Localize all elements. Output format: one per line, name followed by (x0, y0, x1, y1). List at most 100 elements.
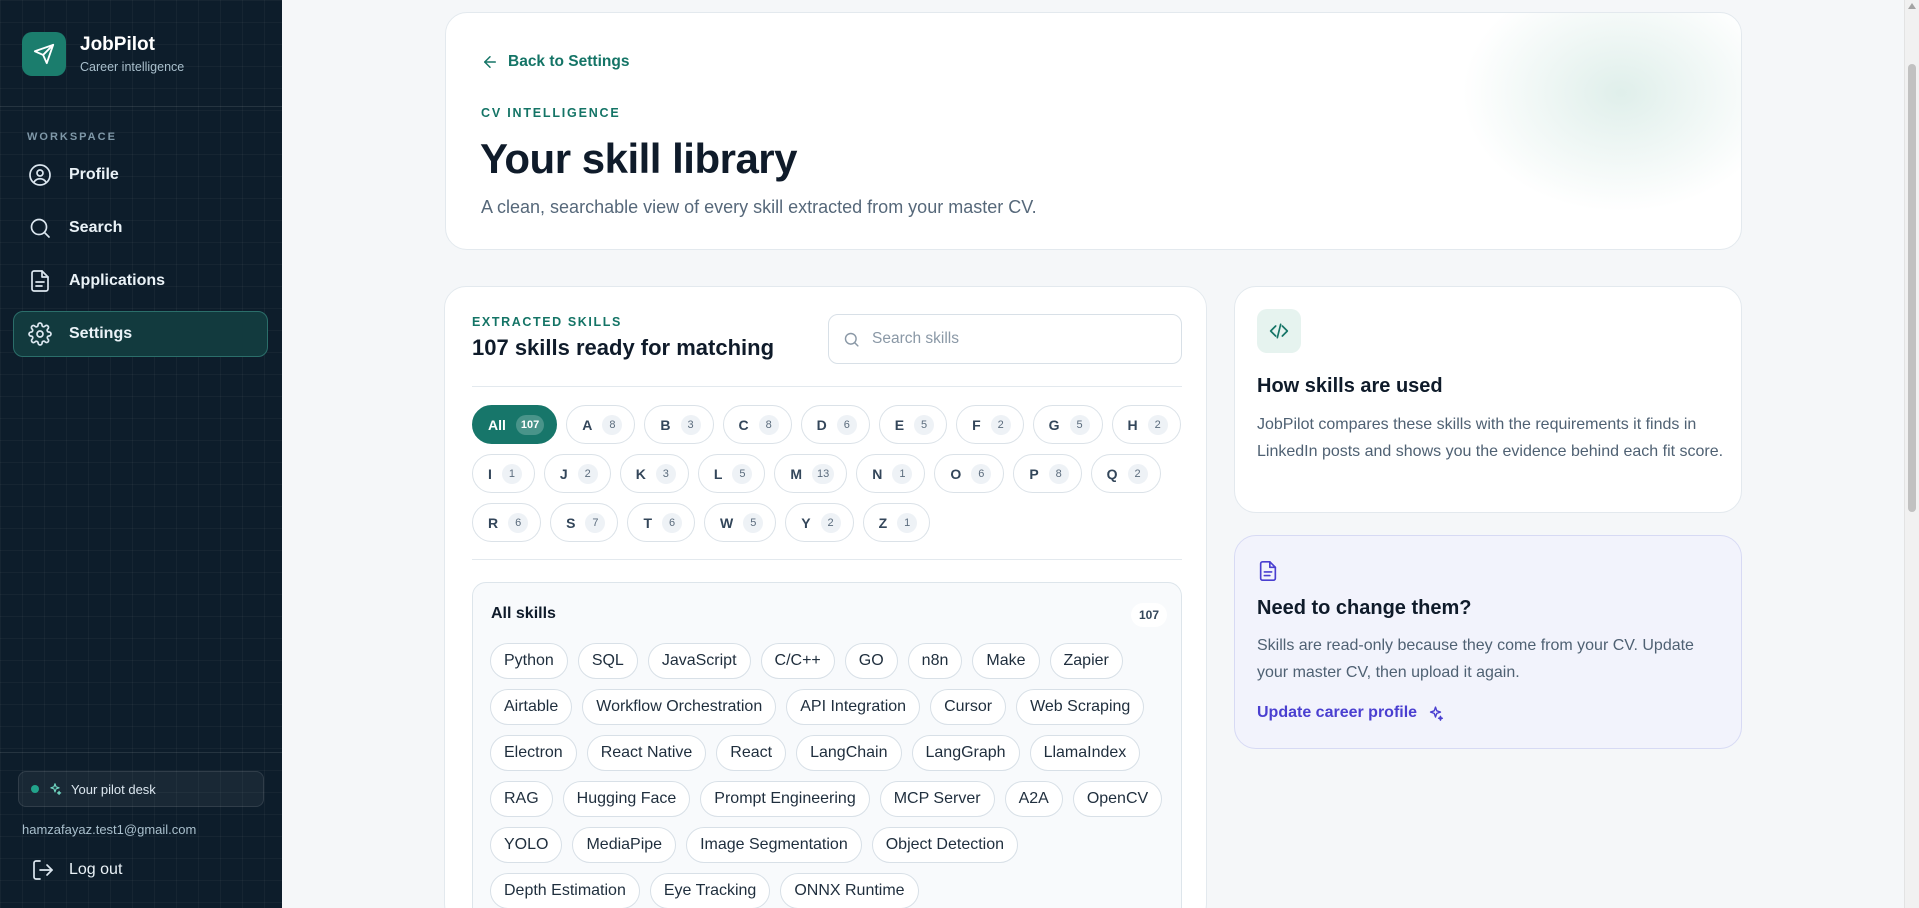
filter-a[interactable]: A8 (566, 405, 636, 444)
filter-label: D (816, 416, 827, 433)
skill-chip[interactable]: GO (844, 643, 898, 679)
filter-z[interactable]: Z1 (862, 503, 931, 542)
logout-icon (33, 860, 53, 880)
pilot-desk-label: Your pilot desk (71, 781, 156, 797)
brand[interactable]: JobPilot Career intelligence (22, 32, 184, 76)
skill-chip-list: Python SQL JavaScript C/C++ GO n8n Make Zapier A… (490, 643, 1180, 908)
filter-label: P (1029, 465, 1039, 482)
filter-b[interactable]: B3 (644, 405, 714, 444)
skill-chip[interactable]: C/C++ (760, 643, 835, 679)
skill-chip[interactable]: Workflow Orchestration (582, 689, 777, 725)
skill-chip[interactable]: Web Scraping (1016, 689, 1145, 725)
skills-card: EXTRACTED SKILLS 107 skills ready for ma… (444, 286, 1207, 908)
skill-chip[interactable]: React (716, 735, 787, 771)
filter-s[interactable]: S7 (550, 503, 619, 542)
skill-chip[interactable]: Image Segmentation (686, 827, 862, 863)
sidebar-item-applications[interactable]: Applications (13, 258, 268, 304)
logout-button[interactable]: Log out (31, 858, 122, 882)
skill-chip[interactable]: API Integration (786, 689, 921, 725)
skill-chip[interactable]: Hugging Face (562, 781, 691, 817)
filter-label: T (643, 514, 653, 531)
skill-chip[interactable]: Eye Tracking (649, 873, 771, 908)
search-input[interactable] (872, 330, 1162, 348)
skill-chip[interactable]: RAG (490, 781, 553, 817)
skill-chip[interactable]: n8n (907, 643, 963, 679)
filter-e[interactable]: E5 (878, 405, 948, 444)
filter-l[interactable]: L5 (697, 454, 766, 493)
skill-chip[interactable]: JavaScript (647, 643, 751, 679)
filter-count: 5 (732, 463, 753, 484)
filter-label: R (488, 514, 499, 531)
filter-label: I (488, 465, 492, 482)
filter-label: Q (1106, 465, 1118, 482)
filter-q[interactable]: Q2 (1090, 454, 1161, 493)
filter-c[interactable]: C8 (722, 405, 792, 444)
filter-g[interactable]: G5 (1032, 405, 1103, 444)
skill-chip[interactable]: Cursor (930, 689, 1007, 725)
skill-chip[interactable]: Electron (490, 735, 577, 771)
skill-chip[interactable]: LlamaIndex (1029, 735, 1141, 771)
hero-card: Back to Settings CV INTELLIGENCE Your sk… (445, 12, 1742, 250)
skill-chip[interactable]: Python (490, 643, 568, 679)
filter-i[interactable]: I1 (472, 454, 535, 493)
page-scrollbar[interactable] (1904, 0, 1919, 908)
sidebar-item-settings[interactable]: Settings (13, 311, 268, 357)
filter-d[interactable]: D6 (800, 405, 870, 444)
filter-o[interactable]: O6 (934, 454, 1005, 493)
skill-chip[interactable]: A2A (1004, 781, 1063, 817)
status-dot (31, 785, 39, 793)
filter-all[interactable]: All 107 (472, 405, 558, 444)
skill-chip[interactable]: YOLO (490, 827, 563, 863)
scroll-up-arrow[interactable] (1908, 3, 1916, 9)
filter-count: 2 (990, 414, 1011, 435)
sidebar-divider (0, 106, 282, 107)
filter-label: C (738, 416, 749, 433)
skill-chip[interactable]: LangChain (796, 735, 902, 771)
sidebar-item-search[interactable]: Search (13, 205, 268, 251)
filter-t[interactable]: T6 (627, 503, 696, 542)
change-title: Need to change them? (1257, 597, 1472, 619)
sparkle-icon (1429, 705, 1444, 721)
skill-chip[interactable]: MCP Server (879, 781, 995, 817)
skill-chip[interactable]: Object Detection (871, 827, 1019, 863)
filter-j[interactable]: J2 (543, 454, 611, 493)
filter-m[interactable]: M 13 (774, 454, 848, 493)
filter-k[interactable]: K3 (619, 454, 689, 493)
filter-count: 1 (892, 463, 913, 484)
filter-y[interactable]: Y2 (785, 503, 854, 542)
hero-eyebrow: CV INTELLIGENCE (481, 106, 621, 120)
skill-chip[interactable]: LangGraph (911, 735, 1020, 771)
paper-plane-icon (22, 32, 66, 76)
filter-h[interactable]: H2 (1111, 405, 1181, 444)
filter-count: 2 (820, 512, 841, 533)
skill-chip[interactable]: SQL (577, 643, 638, 679)
filter-label: F (972, 416, 981, 433)
filter-f[interactable]: F2 (956, 405, 1024, 444)
filter-n[interactable]: N1 (856, 454, 926, 493)
filter-count: 1 (501, 463, 522, 484)
skill-chip[interactable]: React Native (586, 735, 707, 771)
skill-chip[interactable]: Prompt Engineering (700, 781, 870, 817)
skill-chip[interactable]: ONNX Runtime (780, 873, 919, 908)
filter-count: 2 (1147, 414, 1168, 435)
pilot-desk-badge: Your pilot desk (18, 771, 264, 807)
filter-count: 6 (971, 463, 992, 484)
document-icon (1259, 561, 1277, 581)
filter-p[interactable]: P8 (1013, 454, 1082, 493)
filter-count: 1 (897, 512, 918, 533)
skill-chip[interactable]: Make (972, 643, 1040, 679)
filter-r[interactable]: R6 (472, 503, 542, 542)
filter-count: 5 (743, 512, 764, 533)
skill-chip[interactable]: Zapier (1049, 643, 1123, 679)
skill-chip[interactable]: MediaPipe (572, 827, 677, 863)
skill-chip[interactable]: Airtable (490, 689, 573, 725)
scroll-thumb[interactable] (1908, 64, 1916, 512)
skill-chip[interactable]: Depth Estimation (490, 873, 640, 908)
skill-chip[interactable]: OpenCV (1072, 781, 1163, 817)
update-career-profile-link[interactable]: Update career profile (1257, 704, 1444, 722)
filter-count: 8 (1048, 463, 1069, 484)
filter-w[interactable]: W5 (704, 503, 777, 542)
back-to-settings-link[interactable]: Back to Settings (481, 53, 629, 71)
sidebar-item-profile[interactable]: Profile (13, 152, 268, 198)
divider (472, 559, 1182, 560)
